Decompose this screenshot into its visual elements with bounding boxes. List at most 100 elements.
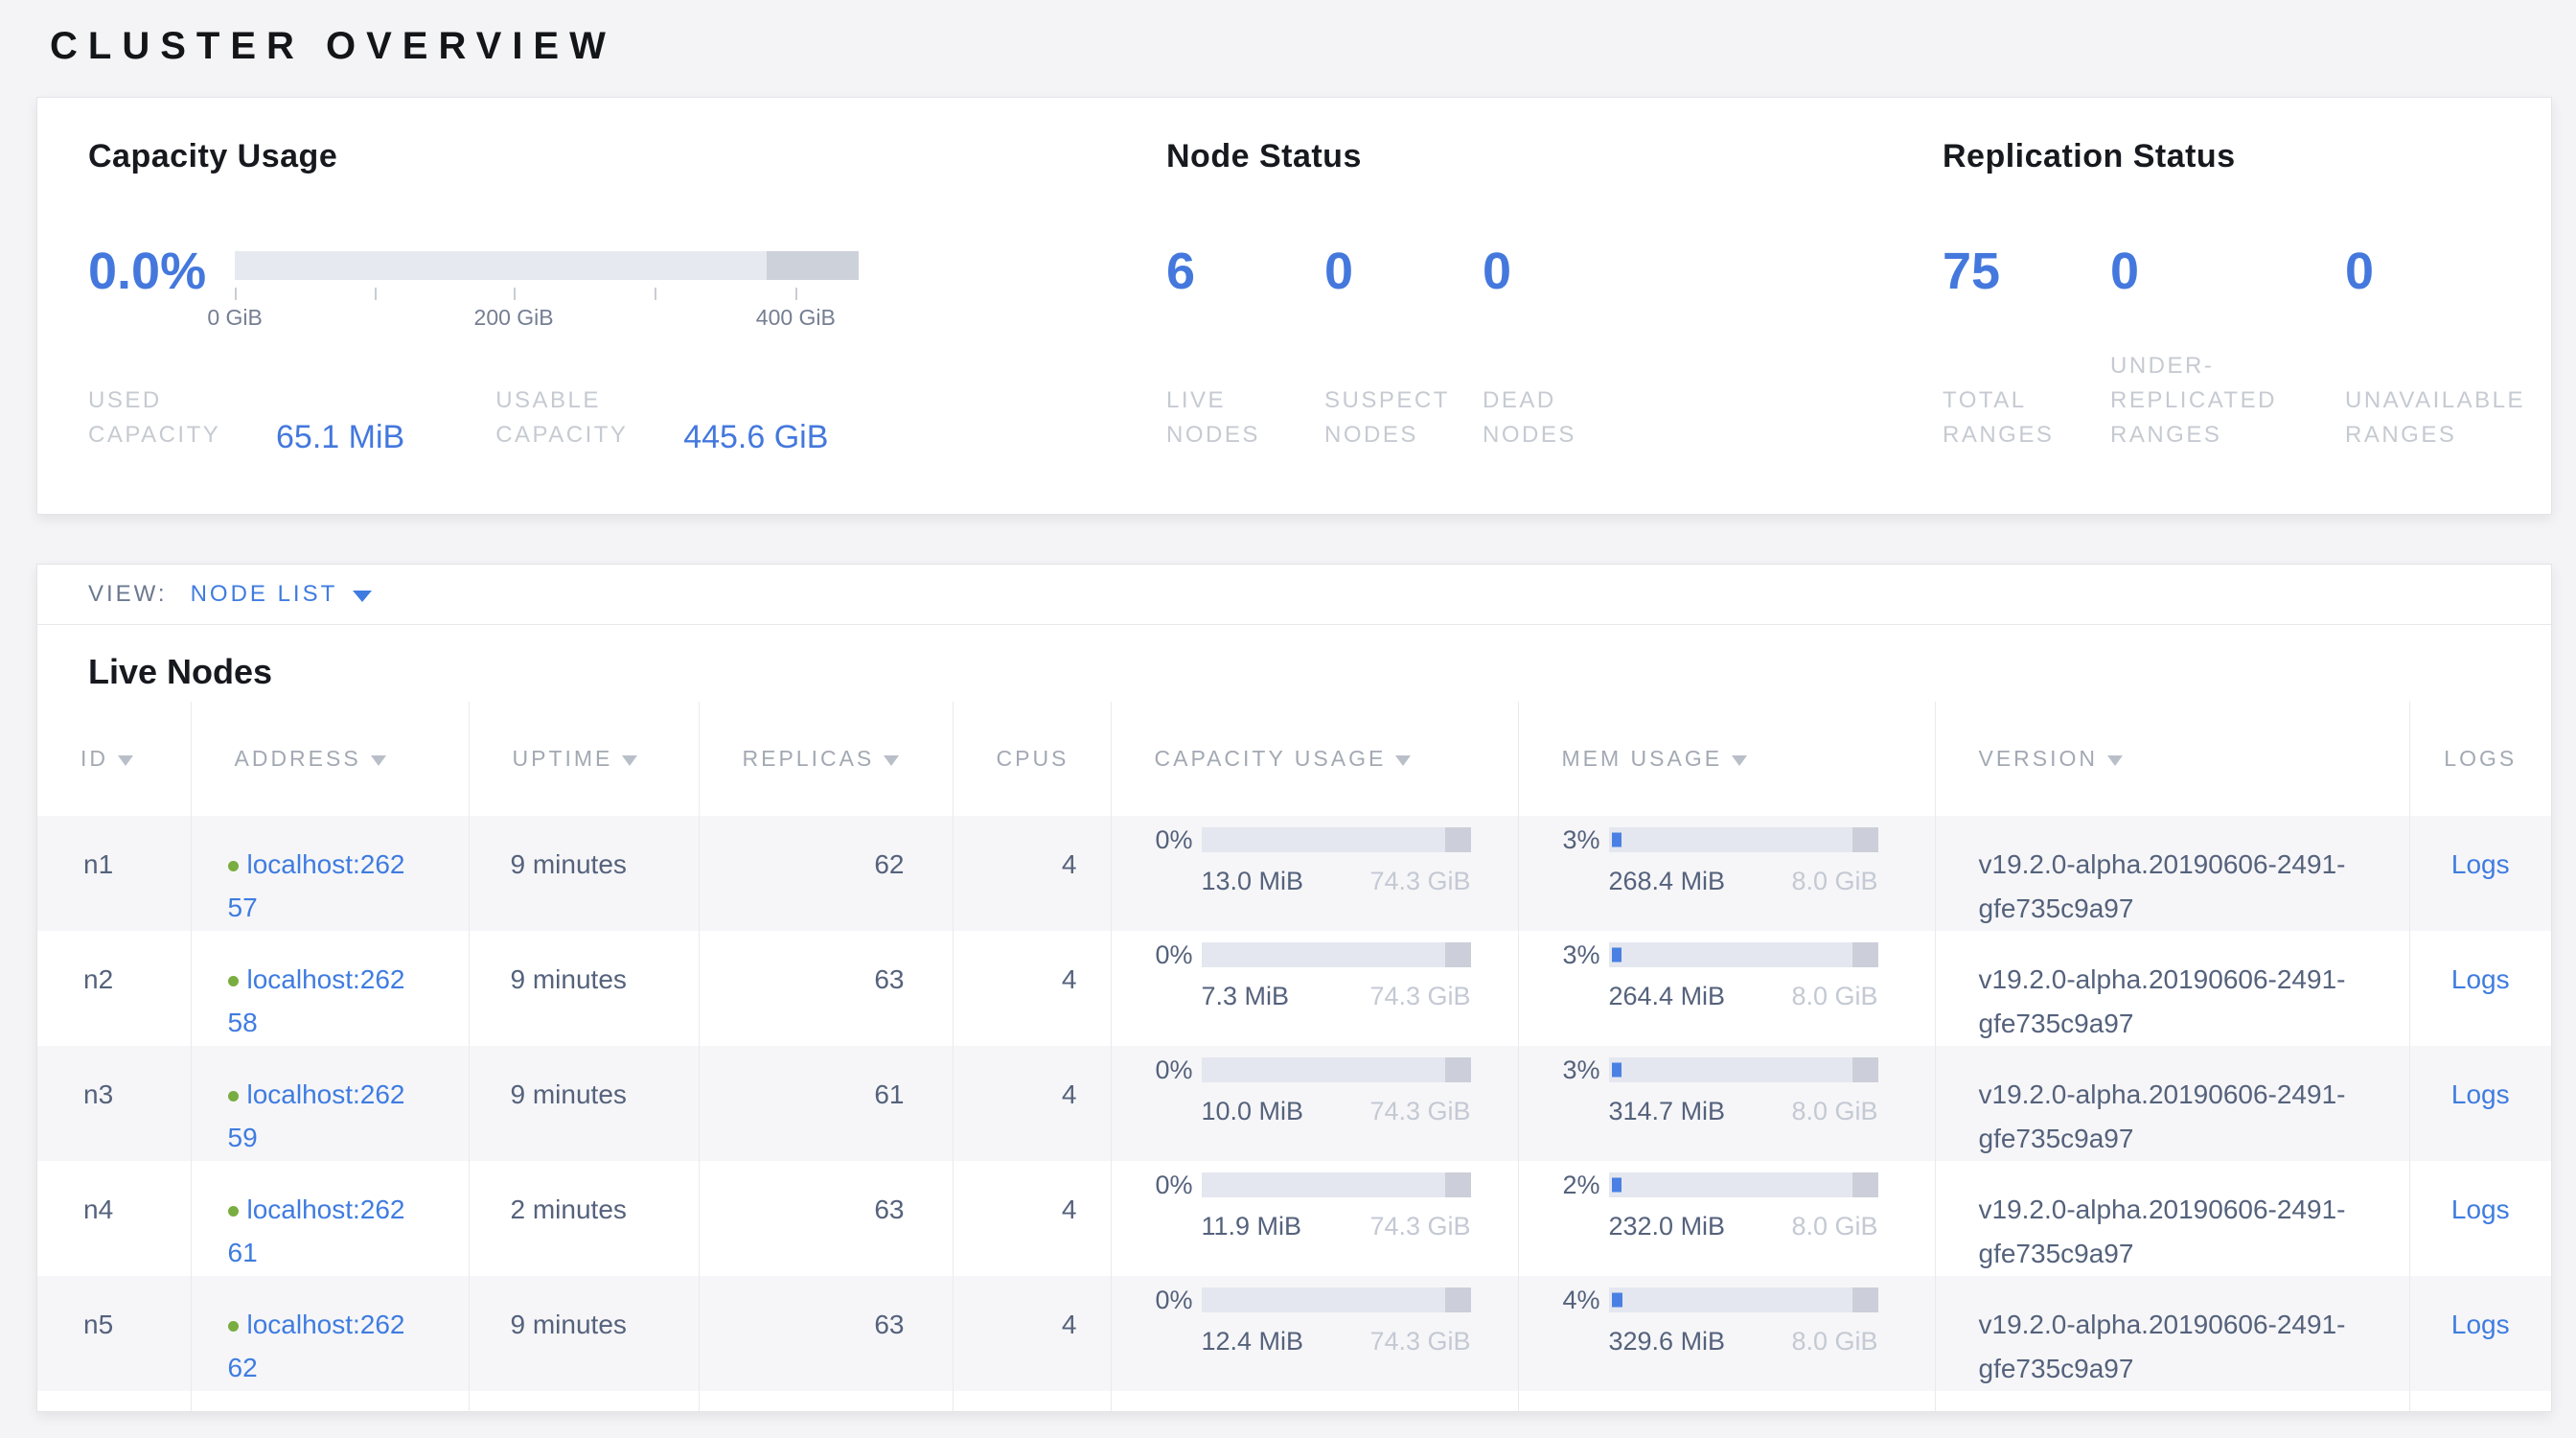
live-status-dot-icon [228, 976, 239, 986]
used-value: 314.7 MiB [1609, 1095, 1726, 1127]
capacity-usage-cell: 0%11.9 MiB74.3 GiB [1111, 1161, 1518, 1276]
column-header-replicas[interactable]: REPLICAS [699, 702, 953, 816]
summary-stat: 0UNAVAILABLE RANGES [2345, 244, 2546, 452]
column-header-uptime[interactable]: UPTIME [469, 702, 699, 816]
replication-status-stats: 75TOTAL RANGES0 UNDER-REPLICATED RANGES 0U… [1943, 244, 2546, 452]
node-address-link[interactable]: localhost:26258 [228, 964, 405, 1037]
usage-bar-tail-segment [1445, 942, 1471, 967]
live-status-dot-icon [228, 861, 239, 871]
logs-link[interactable]: Logs [2451, 1310, 2510, 1339]
usage-bar-fill [1612, 948, 1622, 963]
empty-cell [1111, 1391, 1518, 1412]
total-value: 74.3 GiB [1369, 1095, 1470, 1127]
used-value: 7.3 MiB [1202, 980, 1290, 1012]
column-header-id[interactable]: ID [37, 702, 191, 816]
replicas-cell: 61 [699, 1046, 953, 1161]
usage-values: 7.3 MiB74.3 GiB [1202, 980, 1471, 1012]
used-value: 13.0 MiB [1202, 865, 1304, 897]
usage-bar [1609, 1172, 1878, 1197]
node-id-cell: n5 [37, 1276, 191, 1391]
table-header-row: ID ADDRESS UPTIMEREPLICAS CPUS CAPACITY USAG… [37, 702, 2551, 816]
usage-bar-fill [1612, 1293, 1622, 1308]
node-status-stats: 6LIVE NODES0SUSPECT NODES0DEAD NODES [1166, 244, 1943, 452]
node-address-cell: localhost:26258 [191, 931, 469, 1046]
version-cell: v19.2.0-alpha.20190606-2491-gfe735c9a97 [1935, 1276, 2409, 1391]
usage-values: 314.7 MiB8.0 GiB [1609, 1095, 1878, 1127]
stat-label: DEAD NODES [1483, 383, 1622, 452]
capacity-usage-cell: 0%12.4 MiB74.3 GiB [1111, 1276, 1518, 1391]
axis-tick-label: 0 GiB [207, 305, 263, 331]
mem-usage-cell: 3%314.7 MiB8.0 GiB [1518, 1046, 1935, 1161]
cpus-cell: 4 [953, 931, 1111, 1046]
usage-cell-top: 4% [1543, 1284, 1935, 1316]
column-header-label: VERSION [1979, 746, 2099, 771]
summary-stat: 0 UNDER-REPLICATED RANGES [2110, 244, 2345, 452]
sort-caret-icon [371, 755, 386, 766]
usage-cell-top: 0% [1136, 1284, 1518, 1316]
view-selector-dropdown[interactable]: NODE LIST [191, 581, 373, 608]
logs-link[interactable]: Logs [2451, 964, 2510, 994]
usage-bar [1609, 1287, 1878, 1312]
usage-percent: 0% [1136, 1054, 1193, 1086]
column-header-capacity-usage[interactable]: CAPACITY USAGE [1111, 702, 1518, 816]
sort-caret-icon [118, 755, 133, 766]
node-address-link[interactable]: localhost:26261 [228, 1194, 405, 1267]
logs-cell: Logs [2409, 1161, 2551, 1276]
column-header-address[interactable]: ADDRESS [191, 702, 469, 816]
axis-tick-mark [514, 288, 516, 300]
empty-cell [469, 1391, 699, 1412]
empty-cell [2409, 1391, 2551, 1412]
cpus-cell: 4 [953, 1276, 1111, 1391]
node-address-cell: localhost:26257 [191, 816, 469, 931]
column-header-label: ADDRESS [235, 746, 361, 771]
stat-label: SUSPECT NODES [1324, 383, 1463, 452]
summary-stat: 75TOTAL RANGES [1943, 244, 2110, 452]
used-value: 11.9 MiB [1202, 1210, 1302, 1242]
column-header-mem-usage[interactable]: MEM USAGE [1518, 702, 1935, 816]
capacity-usage-section: Capacity Usage 0.0% 0 GiB200 GiB400 GiB … [88, 136, 1166, 514]
usage-bar-fill [1612, 833, 1622, 847]
node-address-link[interactable]: localhost:26257 [228, 849, 405, 922]
logs-cell: Logs [2409, 816, 2551, 931]
node-address-link[interactable]: localhost:26259 [228, 1079, 405, 1152]
usage-cell-top: 0% [1136, 823, 1518, 856]
usage-values: 13.0 MiB74.3 GiB [1202, 865, 1471, 897]
usage-cell-top: 0% [1136, 1169, 1518, 1201]
sort-caret-icon [1395, 755, 1411, 766]
usage-bar-tail-segment [1445, 827, 1471, 852]
mem-usage-cell: 2%232.0 MiB8.0 GiB [1518, 1161, 1935, 1276]
usage-cell-top: 3% [1543, 823, 1935, 856]
view-label: VIEW: [88, 581, 168, 608]
replicas-cell: 63 [699, 1276, 953, 1391]
column-header-label: CPUS [997, 746, 1070, 771]
logs-link[interactable]: Logs [2451, 1194, 2510, 1224]
column-header-version[interactable]: VERSION [1935, 702, 2409, 816]
logs-link[interactable]: Logs [2451, 1079, 2510, 1109]
table-row: n1localhost:262579 minutes6240%13.0 MiB7… [37, 816, 2551, 931]
usage-bar-tail-segment [1445, 1172, 1471, 1197]
empty-cell [699, 1391, 953, 1412]
version-cell: v19.2.0-alpha.20190606-2491-gfe735c9a97 [1935, 1046, 2409, 1161]
logs-cell: Logs [2409, 931, 2551, 1046]
usage-percent: 4% [1543, 1284, 1600, 1316]
sort-caret-icon [1732, 755, 1747, 766]
logs-link[interactable]: Logs [2451, 849, 2510, 879]
used-value: 329.6 MiB [1609, 1325, 1726, 1357]
node-address-link[interactable]: localhost:26262 [228, 1310, 405, 1382]
usage-bar [1609, 942, 1878, 967]
stat-label: USABLE CAPACITY [495, 383, 668, 452]
used-value: 264.4 MiB [1609, 980, 1726, 1012]
usage-cell-top: 0% [1136, 939, 1518, 971]
usage-bar [1202, 1287, 1471, 1312]
usage-bar-tail-segment [1445, 1057, 1471, 1082]
usage-bar-fill [1612, 1178, 1622, 1193]
usage-bar-tail-segment [1852, 1172, 1878, 1197]
node-address-cell: localhost:26259 [191, 1046, 469, 1161]
used-value: 10.0 MiB [1202, 1095, 1304, 1127]
logs-cell: Logs [2409, 1046, 2551, 1161]
capacity-usage-cell: 0% 10.0 MiB 74.3 GiB [1111, 1046, 1518, 1161]
stat-label: UNDER-REPLICATED RANGES [2110, 349, 2297, 452]
node-status-section: Node Status 6LIVE NODES0SUSPECT NODES0DE… [1166, 136, 1943, 514]
column-header-label: CAPACITY USAGE [1155, 746, 1387, 771]
stat-value: 0 [2110, 244, 2345, 299]
